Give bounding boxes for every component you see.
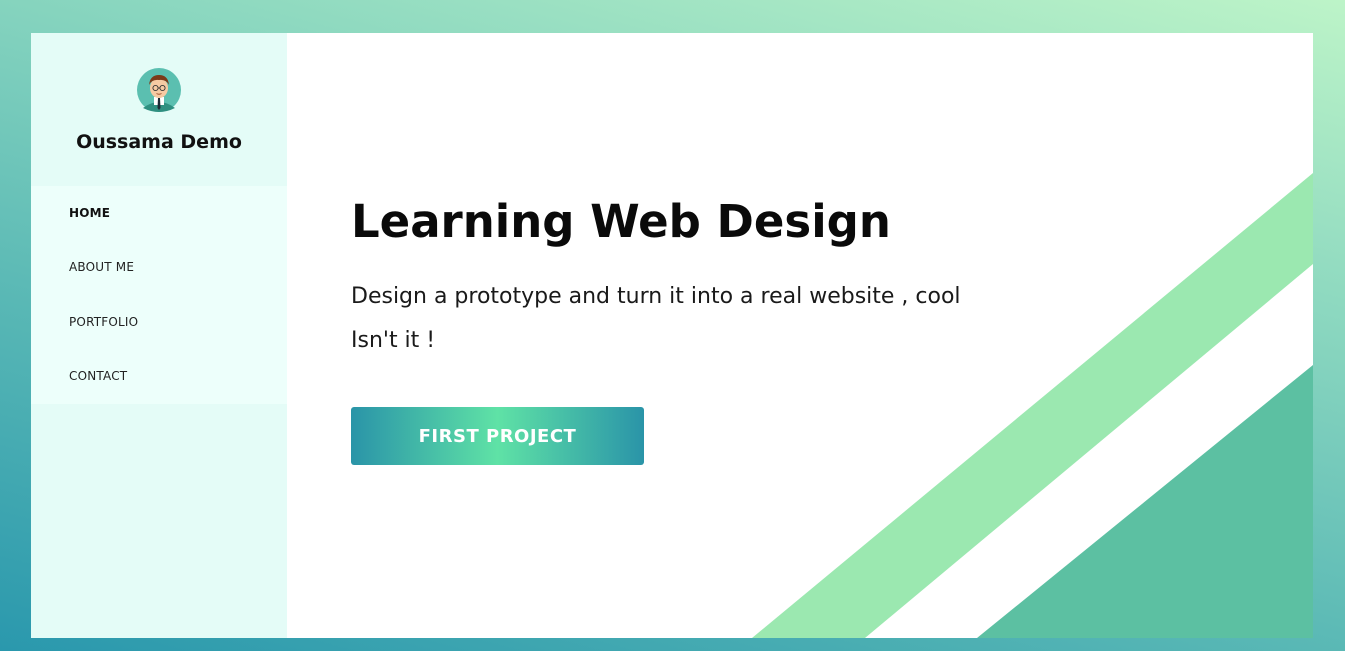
nav-item-portfolio[interactable]: PORTFOLIO <box>69 315 138 329</box>
page-frame: Oussama Demo HOME ABOUT ME PORTFOLIO CON… <box>31 33 1313 638</box>
main-content: Learning Web Design Design a prototype a… <box>287 33 1313 638</box>
avatar-icon <box>137 68 181 112</box>
nav-item-about-me[interactable]: ABOUT ME <box>69 260 134 274</box>
nav-item-contact[interactable]: CONTACT <box>69 369 127 383</box>
profile-name: Oussama Demo <box>76 131 242 153</box>
first-project-button[interactable]: FIRST PROJECT <box>351 407 644 465</box>
nav-item-home[interactable]: HOME <box>69 206 110 220</box>
sidebar: Oussama Demo HOME ABOUT ME PORTFOLIO CON… <box>31 33 287 638</box>
hero-text: Design a prototype and turn it into a re… <box>351 284 961 353</box>
hero-title: Learning Web Design <box>351 195 891 248</box>
